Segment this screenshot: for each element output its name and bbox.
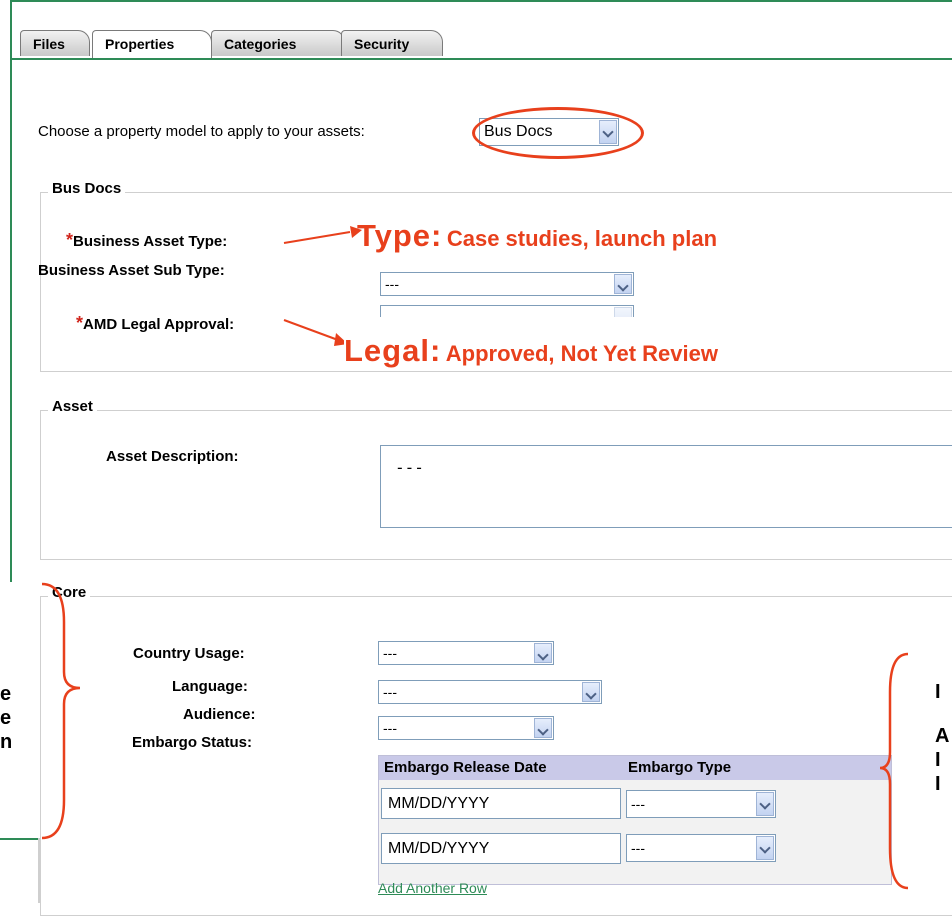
embargo-col-release-date: Embargo Release Date (384, 759, 547, 776)
tab-properties[interactable]: Properties (92, 30, 212, 58)
embargo-type-value: --- (631, 840, 645, 856)
asset-description-label: Asset Description: (106, 448, 239, 465)
right-margin-text-3: I (935, 749, 941, 771)
chevron-down-icon (534, 643, 552, 663)
asset-legend: Asset (48, 398, 97, 415)
right-margin-text-4: I (935, 773, 941, 795)
embargo-type-select[interactable]: --- (626, 790, 776, 818)
panel-border-left (10, 0, 12, 640)
chevron-down-icon (614, 274, 632, 294)
chevron-down-icon (756, 836, 774, 860)
chevron-down-icon (756, 792, 774, 816)
tab-security[interactable]: Security (341, 30, 443, 56)
type-annotation: Type: Case studies, launch plan (357, 218, 718, 253)
chevron-down-icon (614, 307, 632, 317)
language-label: Language: (172, 678, 248, 695)
language-value: --- (383, 684, 397, 700)
subtype-select[interactable]: --- (380, 272, 634, 296)
chevron-down-icon (582, 682, 600, 702)
panel-border-top (10, 0, 952, 2)
embargo-status-label: Embargo Status: (132, 734, 253, 751)
highlight-ellipse (472, 107, 644, 159)
embargo-type-value: --- (631, 796, 645, 812)
required-mark: * (76, 313, 84, 333)
tab-categories[interactable]: Categories (211, 30, 345, 56)
left-divider (38, 838, 40, 903)
left-panel-line (0, 838, 40, 840)
amd-legal-approval-label: *AMD Legal Approval: (76, 313, 235, 333)
required-mark: * (66, 230, 74, 250)
audience-value: --- (383, 720, 397, 736)
add-another-row-link[interactable]: Add Another Row (378, 880, 487, 896)
country-usage-select[interactable]: --- (378, 641, 554, 665)
country-usage-value: --- (383, 645, 397, 661)
audience-label: Audience: (183, 706, 256, 723)
embargo-col-type: Embargo Type (628, 759, 732, 776)
country-usage-label: Country Usage: (133, 645, 245, 662)
left-margin-text: een (0, 683, 13, 753)
right-margin-text-2: A (935, 725, 950, 747)
legal-approval-select[interactable] (380, 305, 634, 317)
subtype-value: --- (385, 276, 399, 292)
embargo-date-input[interactable]: MM/DD/YYYY (381, 833, 621, 864)
right-brace (880, 652, 909, 890)
left-brace (41, 582, 81, 840)
model-prompt: Choose a property model to apply to your… (38, 123, 365, 140)
business-asset-type-label: *Business Asset Type: (66, 230, 228, 250)
audience-select[interactable]: --- (378, 716, 554, 740)
legal-annotation: Legal: Approved, Not Yet Review (344, 333, 718, 369)
chevron-down-icon (534, 718, 552, 738)
tab-underline (10, 58, 952, 60)
asset-description-input[interactable]: --- (380, 445, 952, 528)
tab-files[interactable]: Files (20, 30, 90, 56)
embargo-type-select[interactable]: --- (626, 834, 776, 862)
embargo-date-input[interactable]: MM/DD/YYYY (381, 788, 621, 819)
busdocs-legend: Bus Docs (48, 180, 126, 197)
business-asset-subtype-label: Business Asset Sub Type: (38, 262, 225, 279)
right-margin-text-1: I (935, 681, 941, 703)
language-select[interactable]: --- (378, 680, 602, 704)
